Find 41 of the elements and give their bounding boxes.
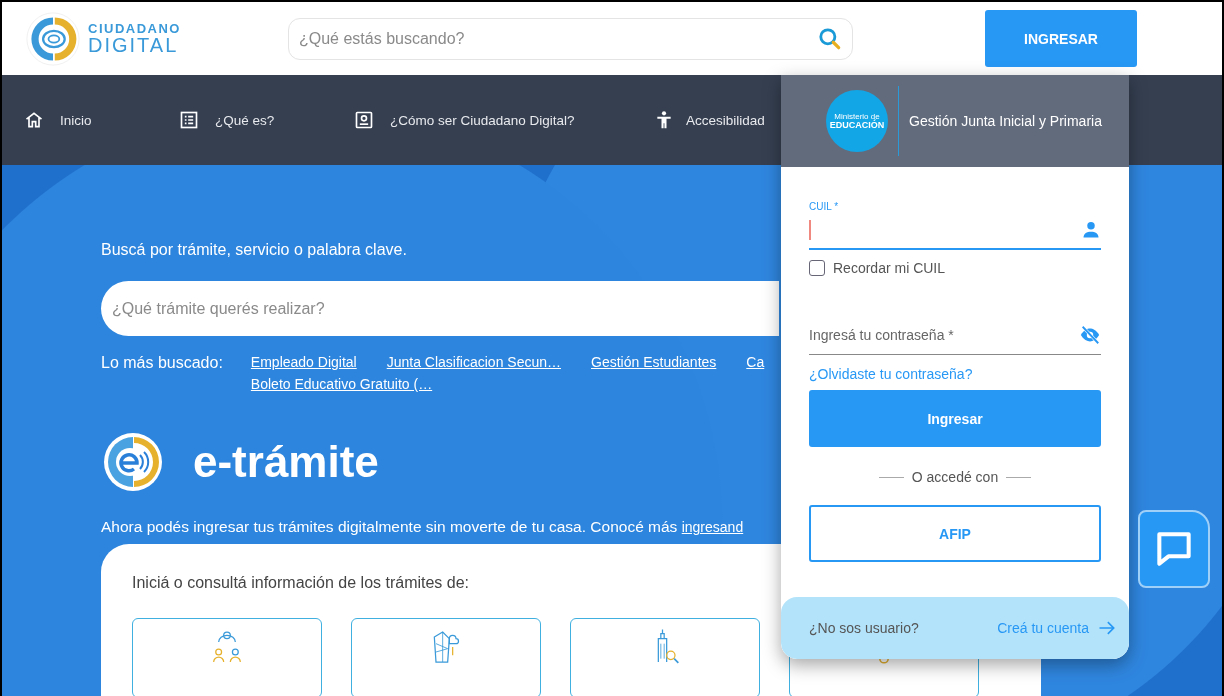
id-card-icon xyxy=(354,110,374,130)
nav-link[interactable]: Accesibilidad xyxy=(654,110,765,130)
intro-paragraph: Ahora podés ingresar tus trámites digitalmente sin moverte de tu casa. Conocé más ingresand xyxy=(101,518,744,536)
popular-link[interactable]: Junta Clasificacion Secun… xyxy=(386,354,561,370)
login-button[interactable]: INGRESAR xyxy=(985,10,1137,67)
eye-off-icon xyxy=(1079,324,1101,346)
nav-link[interactable]: Inicio xyxy=(24,110,179,130)
person-icon xyxy=(654,110,674,130)
popular-link[interactable]: Ca xyxy=(746,354,765,370)
e-tramite-logo-icon xyxy=(101,432,165,492)
remember-checkbox[interactable]: Recordar mi CUIL xyxy=(809,260,1101,276)
popular-link[interactable]: Boleto Educativo Gratuito (… xyxy=(250,376,433,392)
popular-link[interactable]: Gestión Estudiantes xyxy=(591,354,717,370)
search-field[interactable]: ¿Qué estás buscando? xyxy=(288,17,853,60)
search-field[interactable]: ¿Qué trámite querés realizar? xyxy=(101,281,779,336)
password-field[interactable]: Ingresá tu contraseña * xyxy=(809,316,1069,354)
create-account-link[interactable]: Creá tu cuenta xyxy=(997,618,1117,638)
chat-button[interactable] xyxy=(1138,510,1210,588)
popular-link[interactable]: Empleado Digital xyxy=(250,354,357,370)
intro-link[interactable]: ingresand xyxy=(681,519,744,535)
search-icon xyxy=(817,25,843,52)
user-icon xyxy=(1081,220,1101,240)
brand-title: e-trámite xyxy=(193,437,379,487)
submit-button[interactable]: Ingresar xyxy=(809,390,1101,447)
logo-text: CIUDADANO xyxy=(88,22,181,35)
ministry-logo: Ministerio de EDUCACIÓN xyxy=(826,90,888,152)
logo-text: DIGITAL xyxy=(88,35,180,55)
organization-name: Gestión Junta Inicial y Primaria xyxy=(909,113,1102,129)
nav-link[interactable]: ¿Qué es? xyxy=(179,110,354,130)
card-title: Iniciá o consultá información de los trámites de: xyxy=(132,574,471,592)
search-prompt: Buscá por trámite, servicio o palabra clave. xyxy=(101,241,408,259)
logo-icon xyxy=(26,11,80,66)
field-label: CUIL * xyxy=(809,201,840,212)
forgot-password-link[interactable]: ¿Olvidaste tu contraseña? xyxy=(809,366,1101,382)
afip-button[interactable]: AFIP xyxy=(809,505,1101,562)
signup-question: ¿No sos usuario? xyxy=(809,620,919,636)
popular-label: Lo más buscado: xyxy=(101,354,223,373)
list-icon xyxy=(179,110,199,130)
nav-link[interactable]: ¿Cómo ser Ciudadano Digital? xyxy=(354,110,654,130)
divider-text: O accedé con xyxy=(911,469,999,485)
home-icon xyxy=(24,110,44,130)
